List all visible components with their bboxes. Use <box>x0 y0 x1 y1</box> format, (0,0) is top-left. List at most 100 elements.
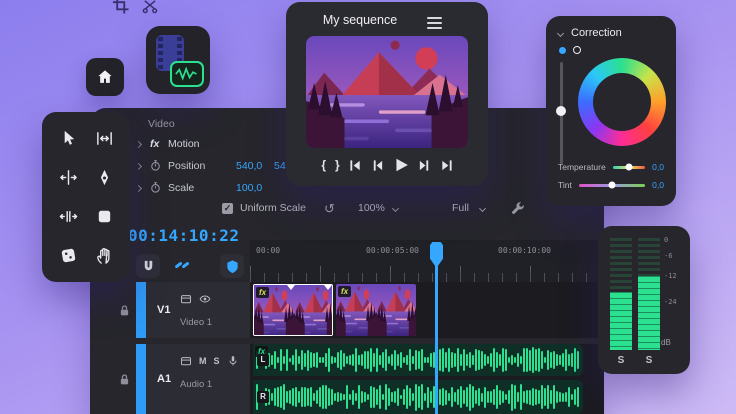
meter-left <box>610 238 632 350</box>
crop-icon[interactable] <box>112 0 129 19</box>
intensity-slider-knob[interactable] <box>556 106 566 116</box>
scale-value[interactable]: 100,0 <box>236 182 262 194</box>
cut-icon[interactable] <box>141 0 158 19</box>
track-lock-toggle[interactable] <box>112 282 136 338</box>
timeline-ruler[interactable]: 00:00 00:00:05:00 00:00:10:00 <box>250 240 604 282</box>
temperature-label: Temperature <box>558 162 606 172</box>
snap-toggle[interactable] <box>136 254 160 278</box>
audio-track-lane[interactable]: fx L R <box>250 344 604 414</box>
color-wheel[interactable] <box>578 58 666 146</box>
solo-right-button[interactable]: S <box>641 355 657 366</box>
lock-icon <box>120 373 128 384</box>
channel-left-chip: L <box>257 354 269 366</box>
mute-button[interactable]: M <box>199 356 207 366</box>
video-track-header[interactable]: V1 Video 1 <box>146 282 250 338</box>
fx-badge: fx <box>338 286 352 297</box>
uniform-scale-label: Uniform Scale <box>240 202 306 214</box>
lock-icon <box>120 304 128 315</box>
home-button[interactable] <box>86 58 124 96</box>
video-clip[interactable]: fx <box>336 284 416 336</box>
mic-icon[interactable] <box>227 355 239 367</box>
correction-panel: Correction Temperature 0,0 Tint 0,0 <box>546 16 676 206</box>
slider-knob[interactable] <box>625 163 633 171</box>
track-target-strip[interactable] <box>136 282 146 338</box>
db-unit-label: dB <box>661 338 671 347</box>
step-forward-button[interactable] <box>418 159 431 172</box>
waveform <box>256 346 580 374</box>
audio-meters-panel: 0 -6 -12 -24 dB S S <box>598 226 690 374</box>
stopwatch-icon[interactable] <box>149 181 162 194</box>
slider-knob[interactable] <box>608 181 616 189</box>
temperature-value[interactable]: 0,0 <box>652 162 664 172</box>
selection-tool[interactable] <box>51 120 85 157</box>
go-to-out-button[interactable] <box>440 159 453 172</box>
track-select-tool[interactable] <box>87 120 121 157</box>
audio-track-row: A1 M S Audio 1 fx L R <box>112 344 604 414</box>
temperature-slider[interactable] <box>612 163 646 171</box>
sequence-title: My sequence <box>322 13 398 27</box>
track-lock-toggle[interactable] <box>112 344 136 414</box>
blue-dot-indicator[interactable] <box>559 47 566 54</box>
slide-tool[interactable] <box>51 237 85 274</box>
solo-button[interactable]: S <box>214 356 220 366</box>
scale-label[interactable]: Scale <box>168 182 194 194</box>
track-id: V1 <box>157 304 171 316</box>
stopwatch-icon[interactable] <box>149 159 162 172</box>
ruler-minor-ticks <box>250 273 604 282</box>
media-bin-button[interactable] <box>146 26 210 94</box>
position-x-value[interactable]: 540,0 <box>236 160 262 172</box>
tint-value[interactable]: 0,0 <box>652 180 664 190</box>
meter-right-fill <box>638 276 660 350</box>
correction-header[interactable]: Correction <box>556 27 622 39</box>
chevron-right-icon[interactable] <box>134 162 143 171</box>
ripple-edit-tool[interactable] <box>51 159 85 196</box>
marker-button[interactable] <box>220 254 244 278</box>
uniform-scale-checkbox[interactable]: ✓ <box>222 203 233 214</box>
chevron-right-icon[interactable] <box>134 184 143 193</box>
temperature-row: Temperature 0,0 <box>558 162 664 172</box>
solo-left-button[interactable]: S <box>613 355 629 366</box>
magnet-icon <box>144 260 152 270</box>
preview-viewport[interactable] <box>306 36 468 148</box>
zoom-select[interactable]: 100% <box>358 202 385 214</box>
chevron-down-icon <box>556 29 565 37</box>
audio-track-header[interactable]: A1 M S Audio 1 <box>146 344 250 414</box>
wrench-icon[interactable] <box>510 201 525 216</box>
fx-label: fx <box>150 138 160 150</box>
pen-tool[interactable] <box>87 159 121 196</box>
audio-clip-left-channel[interactable]: fx L <box>253 344 583 376</box>
video-clip[interactable]: fx <box>253 284 333 336</box>
source-patch-icon[interactable] <box>180 293 192 305</box>
reset-icon[interactable]: ↺ <box>324 202 335 215</box>
hand-tool[interactable] <box>87 237 121 274</box>
meter-scale-label: -6 <box>664 252 673 260</box>
mark-out-button[interactable]: } <box>335 158 340 172</box>
motion-label[interactable]: Motion <box>168 138 200 150</box>
track-target-strip[interactable] <box>136 344 146 414</box>
tint-row: Tint 0,0 <box>558 180 664 190</box>
menu-icon[interactable] <box>427 17 442 29</box>
top-toolbar <box>112 0 158 19</box>
playhead-line[interactable] <box>435 264 438 414</box>
rectangle-tool[interactable] <box>87 198 121 235</box>
step-back-button[interactable] <box>371 159 384 172</box>
play-button[interactable] <box>393 157 409 173</box>
tint-slider[interactable] <box>578 181 646 189</box>
eye-icon[interactable] <box>199 293 211 305</box>
go-to-in-button[interactable] <box>349 159 362 172</box>
chevron-right-icon[interactable] <box>134 140 143 149</box>
chevron-down-icon[interactable] <box>478 204 487 213</box>
position-label[interactable]: Position <box>168 160 205 172</box>
video-track-lane[interactable]: fx fx <box>250 282 604 338</box>
transport-controls: { } <box>286 157 488 173</box>
source-patch-icon[interactable] <box>180 355 192 367</box>
chevron-down-icon[interactable] <box>391 204 400 213</box>
mark-in-button[interactable]: { <box>321 158 326 172</box>
fit-select[interactable]: Full <box>452 202 469 214</box>
slip-tool[interactable] <box>51 198 85 235</box>
audio-clip-right-channel[interactable]: R <box>253 380 583 414</box>
timecode-display[interactable]: 00:14:10:22 <box>128 226 239 245</box>
ruler-label: 00:00 <box>256 246 281 255</box>
white-dot-indicator[interactable] <box>573 46 581 54</box>
linked-selection-icon[interactable] <box>174 257 192 275</box>
